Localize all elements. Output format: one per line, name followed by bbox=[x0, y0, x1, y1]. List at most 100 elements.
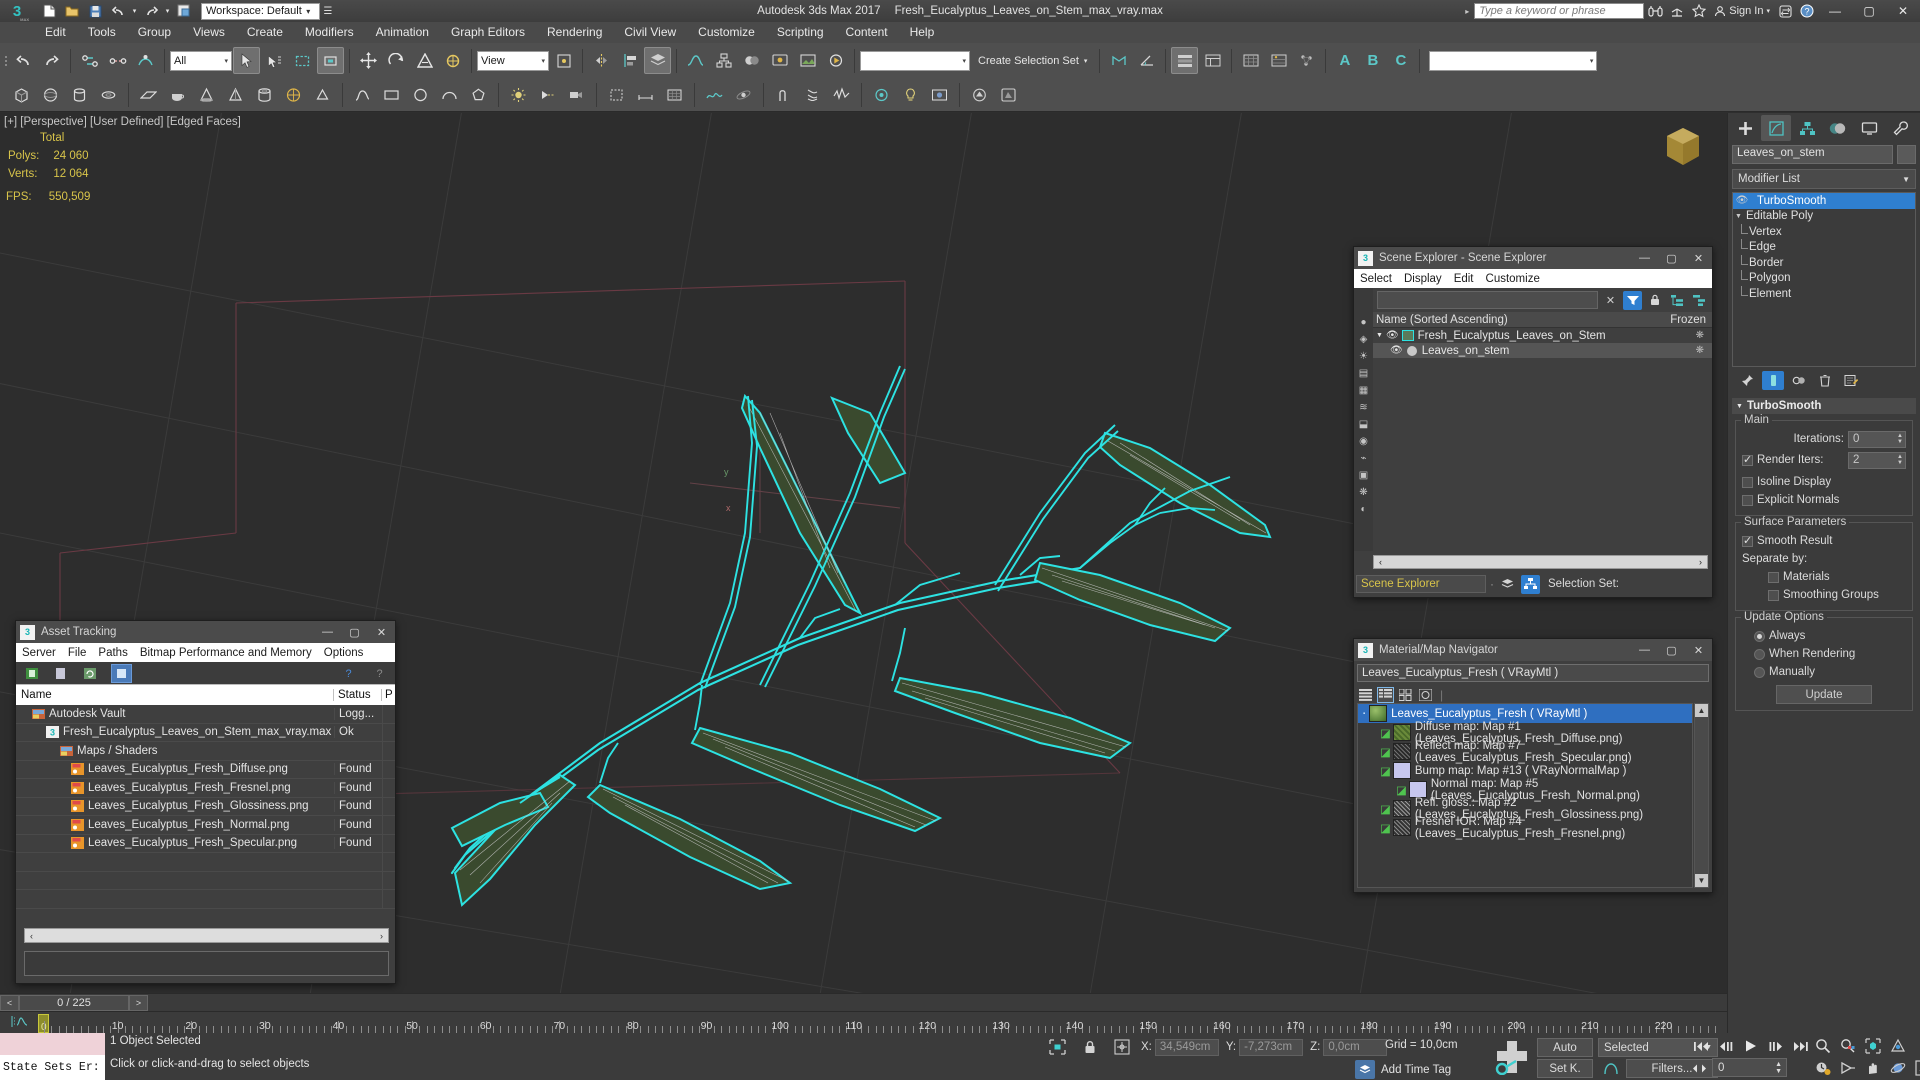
orbit-icon[interactable] bbox=[1887, 1058, 1908, 1078]
add-time-tag[interactable]: Add Time Tag bbox=[1355, 1060, 1451, 1079]
isoline-display-checkbox[interactable] bbox=[1742, 476, 1753, 488]
snaps-toggle-icon[interactable] bbox=[1105, 47, 1132, 74]
asset-row-max-file[interactable]: 3 Fresh_Eucalyptus_Leaves_on_Stem_max_vr… bbox=[16, 723, 395, 742]
layers-view-icon[interactable] bbox=[1498, 575, 1517, 594]
auto-key-button[interactable]: Auto bbox=[1537, 1038, 1593, 1057]
menu-item-edit[interactable]: Edit bbox=[34, 22, 77, 43]
scene-explorer-status-bar[interactable]: Scene Explorer · Selection Set: bbox=[1356, 573, 1710, 595]
rectangle-shape-icon[interactable] bbox=[378, 81, 405, 108]
teapot-icon[interactable] bbox=[164, 81, 191, 108]
key-filter-curve-icon[interactable] bbox=[1598, 1059, 1623, 1078]
turbosmooth-rollout[interactable]: ▼ TurboSmooth Main Iterations: 0 ▲▼ Rend… bbox=[1732, 398, 1916, 711]
arc-shape-icon[interactable] bbox=[436, 81, 463, 108]
share-icon[interactable] bbox=[1666, 0, 1688, 22]
maximize-button[interactable]: ▢ bbox=[1658, 247, 1685, 269]
camera-icon[interactable] bbox=[563, 81, 590, 108]
vault-login-icon[interactable] bbox=[24, 666, 39, 681]
schematic-view-icon[interactable] bbox=[710, 47, 737, 74]
menu-bar[interactable]: Edit Tools Group Views Create Modifiers … bbox=[0, 22, 1920, 43]
reference-coordinate-system-combo[interactable]: View ▾ bbox=[477, 50, 549, 71]
cone-icon[interactable] bbox=[193, 81, 220, 108]
clear-search-icon[interactable]: ✕ bbox=[1601, 291, 1620, 310]
script-combo[interactable]: ▾ bbox=[1429, 50, 1598, 71]
horizontal-scrollbar[interactable]: ‹ › bbox=[1373, 555, 1708, 569]
select-by-name-icon[interactable] bbox=[261, 47, 288, 74]
pin-stack-icon[interactable] bbox=[1736, 371, 1758, 390]
zoom-all-icon[interactable] bbox=[1837, 1036, 1858, 1056]
prev-frame-button[interactable]: < bbox=[0, 995, 19, 1011]
exchange-icon[interactable] bbox=[1774, 0, 1796, 22]
smoothing-groups-checkbox[interactable] bbox=[1768, 589, 1779, 601]
menu-bitmap-performance[interactable]: Bitmap Performance and Memory bbox=[134, 647, 318, 659]
menu-edit[interactable]: Edit bbox=[1448, 273, 1480, 285]
binoculars-icon[interactable] bbox=[1644, 0, 1666, 22]
scene-explorer-window[interactable]: 3 Scene Explorer - Scene Explorer — ▢ ✕ … bbox=[1353, 246, 1713, 598]
scroll-left-icon[interactable]: ‹ bbox=[25, 931, 38, 941]
object-name-row[interactable]: Leaves_on_stem bbox=[1728, 143, 1920, 166]
motion-tab[interactable] bbox=[1823, 115, 1853, 141]
object-color-swatch[interactable] bbox=[1897, 145, 1916, 164]
display-spacewarps-icon[interactable]: ≋ bbox=[1356, 400, 1371, 415]
next-key-icon[interactable] bbox=[1765, 1036, 1787, 1056]
minimize-button[interactable]: — bbox=[314, 621, 341, 643]
z-coordinate[interactable]: Z: 0,0cm bbox=[1310, 1038, 1388, 1056]
expand-triangle-icon[interactable]: ▼ bbox=[1376, 332, 1383, 339]
named-selection-sets-combo[interactable]: ▾ bbox=[860, 50, 970, 71]
menu-options[interactable]: Options bbox=[318, 647, 370, 659]
menu-item-customize[interactable]: Customize bbox=[687, 22, 766, 43]
asset-row-maps-shaders[interactable]: Maps / Shaders bbox=[16, 742, 395, 761]
playback-controls[interactable] bbox=[1690, 1036, 1812, 1056]
text-tool-c-icon[interactable]: C bbox=[1387, 47, 1414, 74]
asset-tracking-rows[interactable]: Autodesk Vault Logg... 3 Fresh_Eucalyptu… bbox=[16, 705, 395, 909]
manually-row[interactable]: Manually bbox=[1742, 663, 1906, 681]
render-iters-row[interactable]: Render Iters: 2 ▲▼ bbox=[1742, 451, 1906, 469]
hierarchy-tab[interactable] bbox=[1792, 115, 1822, 141]
scene-row-parent[interactable]: ▼ 👁 Fresh_Eucalyptus_Leaves_on_Stem ❋ bbox=[1354, 328, 1712, 343]
menu-item-scripting[interactable]: Scripting bbox=[766, 22, 835, 43]
explicit-normals-row[interactable]: Explicit Normals bbox=[1742, 491, 1906, 509]
menu-item-modifiers[interactable]: Modifiers bbox=[294, 22, 365, 43]
menu-item-create[interactable]: Create bbox=[236, 22, 294, 43]
menu-item-rendering[interactable]: Rendering bbox=[536, 22, 613, 43]
display-layers-icon[interactable]: ▣ bbox=[1356, 468, 1371, 483]
ngon-shape-icon[interactable] bbox=[465, 81, 492, 108]
help-secondary-icon[interactable]: ? bbox=[372, 666, 387, 681]
scene-explorer-tree[interactable]: ▼ 👁 Fresh_Eucalyptus_Leaves_on_Stem ❋ 👁 … bbox=[1354, 328, 1712, 358]
asset-tracking-window[interactable]: 3 Asset Tracking — ▢ ✕ Server File Paths… bbox=[15, 620, 396, 984]
chevron-down-icon[interactable]: ▾ bbox=[541, 57, 545, 65]
expand-triangle-icon[interactable]: ▼ bbox=[1735, 213, 1746, 220]
make-unique-icon[interactable] bbox=[1788, 371, 1810, 390]
y-coordinate[interactable]: Y: -7,273cm bbox=[1226, 1038, 1304, 1056]
vray-toolbar-icon-1[interactable] bbox=[966, 81, 993, 108]
asset-tracking-window-buttons[interactable]: — ▢ ✕ bbox=[314, 621, 395, 643]
list-view-icon[interactable] bbox=[1357, 687, 1374, 703]
viewport-navigation-row-1[interactable] bbox=[1812, 1036, 1908, 1056]
menu-item-content[interactable]: Content bbox=[835, 22, 899, 43]
asset-row-normal[interactable]: Leaves_Eucalyptus_Fresh_Normal.png Found bbox=[16, 816, 395, 835]
secondary-toolbar[interactable] bbox=[0, 78, 1920, 112]
explicit-normals-checkbox[interactable] bbox=[1742, 494, 1753, 506]
material-map-navigator-window[interactable]: 3 Material/Map Navigator — ▢ ✕ Leaves_Eu… bbox=[1353, 638, 1713, 893]
object-name-field[interactable]: Leaves_on_stem bbox=[1732, 145, 1893, 164]
iterations-row[interactable]: Iterations: 0 ▲ ▼ bbox=[1742, 430, 1906, 448]
material-tree[interactable]: ▪ Leaves_Eucalyptus_Fresh ( VRayMtl ) ◪ … bbox=[1357, 703, 1693, 888]
asset-tracking-title-bar[interactable]: 3 Asset Tracking — ▢ ✕ bbox=[16, 621, 395, 643]
rendered-frame-window-icon[interactable] bbox=[794, 47, 821, 74]
prev-key-icon[interactable] bbox=[1715, 1036, 1737, 1056]
material-map-row-fresnel[interactable]: ◪ Fresnel IOR: Map #4 (Leaves_Eucalyptus… bbox=[1358, 816, 1692, 840]
zoom-icon[interactable] bbox=[1812, 1036, 1833, 1056]
menu-customize[interactable]: Customize bbox=[1480, 273, 1546, 285]
frozen-icon[interactable]: ❋ bbox=[1696, 345, 1712, 356]
material-tree-scrollbar[interactable]: ▲ ▼ bbox=[1694, 703, 1709, 888]
select-object-icon[interactable] bbox=[233, 47, 260, 74]
display-bones-icon[interactable]: ⌁ bbox=[1356, 451, 1371, 466]
manage-scene-states-icon[interactable] bbox=[1199, 47, 1226, 74]
menu-paths[interactable]: Paths bbox=[92, 647, 133, 659]
display-xrefs-icon[interactable]: ◉ bbox=[1356, 434, 1371, 449]
render-iters-checkbox[interactable] bbox=[1742, 453, 1753, 466]
asset-row-specular[interactable]: Leaves_Eucalyptus_Fresh_Specular.png Fou… bbox=[16, 834, 395, 853]
modifier-stack[interactable]: 👁 TurboSmooth ▼ Editable Poly Vertex Edg… bbox=[1732, 192, 1916, 367]
maximize-button[interactable]: ▢ bbox=[1852, 0, 1886, 22]
helper-dummy-icon[interactable] bbox=[603, 81, 630, 108]
create-tab[interactable] bbox=[1730, 115, 1760, 141]
